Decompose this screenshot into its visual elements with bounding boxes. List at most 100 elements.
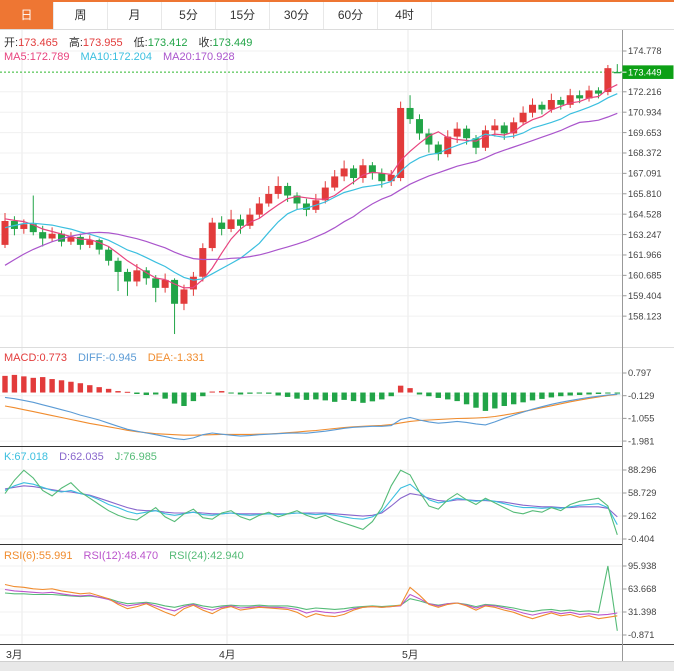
svg-text:29.162: 29.162	[628, 511, 656, 521]
rsi-item-1: RSI(12):48.470	[84, 550, 159, 562]
tab-min60[interactable]: 60分	[324, 2, 378, 29]
svg-text:164.528: 164.528	[628, 209, 662, 219]
rsi-value-0: 55.991	[39, 550, 73, 562]
macd-label-0: MACD:	[4, 352, 39, 364]
ma-value-2: 170.928	[195, 51, 235, 63]
svg-text:169.653: 169.653	[628, 128, 662, 138]
svg-text:-0.871: -0.871	[628, 630, 654, 640]
tab-min15[interactable]: 15分	[216, 2, 270, 29]
tab-month[interactable]: 月	[108, 2, 162, 29]
ohlc-label-2: 低:	[134, 37, 148, 49]
rsi-label-0: RSI(6):	[4, 550, 39, 562]
macd-item-2: DEA:-1.331	[148, 352, 205, 364]
svg-text:161.966: 161.966	[628, 250, 662, 260]
x-axis-labels: 3月 4月 5月	[6, 649, 418, 661]
rsi-value-1: 48.470	[124, 550, 158, 562]
svg-text:-0.129: -0.129	[628, 391, 654, 401]
trading-chart-app: 日周月5分15分30分60分4时 开:173.465高:173.955低:173…	[0, 0, 674, 671]
tab-hour4[interactable]: 4时	[378, 2, 432, 29]
svg-text:163.247: 163.247	[628, 230, 662, 240]
ohlc-value-3: 173.449	[213, 37, 253, 49]
svg-text:4月: 4月	[219, 649, 235, 661]
kdj-label-1: D:	[59, 451, 70, 463]
h-gridlines	[0, 51, 622, 635]
svg-text:0.797: 0.797	[628, 368, 651, 378]
svg-text:31.398: 31.398	[628, 607, 656, 617]
macd-readout-row: MACD:0.773 DIFF:-0.945 DEA:-1.331	[4, 351, 216, 365]
ohlc-value-1: 173.955	[83, 37, 123, 49]
svg-text:-1.055: -1.055	[628, 414, 654, 424]
chart-canvas[interactable]: 174.778 172.216 170.934 169.653 168.372 167.0…	[0, 0, 674, 671]
svg-text:-0.404: -0.404	[628, 534, 654, 544]
rsi-layer	[5, 566, 617, 631]
svg-text:5月: 5月	[402, 649, 418, 661]
ma-value-1: 172.204	[112, 51, 152, 63]
svg-text:95.938: 95.938	[628, 561, 656, 571]
rsi-item-2: RSI(24):42.940	[169, 550, 244, 562]
kdj-layer	[5, 470, 617, 535]
tabbar-filler	[432, 2, 674, 29]
tab-min5[interactable]: 5分	[162, 2, 216, 29]
macd-value-2: -1.331	[173, 352, 204, 364]
rsi-label-1: RSI(12):	[84, 550, 125, 562]
ohlc-value-2: 173.412	[148, 37, 188, 49]
ohlc-item-3: 收:173.449	[198, 37, 252, 49]
macd-item-0: MACD:0.773	[4, 352, 67, 364]
svg-text:170.934: 170.934	[628, 107, 662, 117]
tab-min30[interactable]: 30分	[270, 2, 324, 29]
ma-label-1: MA10:	[80, 51, 112, 63]
macd-label-2: DEA:	[148, 352, 174, 364]
ohlc-label-3: 收:	[198, 37, 212, 49]
ma-label-2: MA20:	[163, 51, 195, 63]
macd-item-1: DIFF:-0.945	[78, 352, 137, 364]
ohlc-value-0: 173.465	[18, 37, 58, 49]
rsi-value-2: 42.940	[210, 550, 244, 562]
tab-week[interactable]: 周	[54, 2, 108, 29]
svg-text:167.091: 167.091	[628, 169, 662, 179]
tab-day[interactable]: 日	[0, 2, 54, 29]
kdj-item-2: J:76.985	[115, 451, 157, 463]
rsi-item-0: RSI(6):55.991	[4, 550, 73, 562]
kdj-label-0: K:	[4, 451, 14, 463]
ohlc-item-0: 开:173.465	[4, 37, 58, 49]
current-price-tag: 173.449	[623, 65, 674, 79]
ohlc-label-0: 开:	[4, 37, 18, 49]
macd-layer	[2, 375, 622, 440]
ohlc-item-1: 高:173.955	[69, 37, 123, 49]
svg-text:63.668: 63.668	[628, 584, 656, 594]
svg-text:58.729: 58.729	[628, 488, 656, 498]
rsi-label-2: RSI(24):	[169, 550, 210, 562]
svg-text:-1.981: -1.981	[628, 436, 654, 446]
kdj-item-1: D:62.035	[59, 451, 104, 463]
kdj-value-1: 62.035	[70, 451, 104, 463]
right-axis: 174.778 172.216 170.934 169.653 168.372 167.0…	[623, 30, 662, 661]
svg-text:168.372: 168.372	[628, 148, 662, 158]
ohlc-item-2: 低:173.412	[134, 37, 188, 49]
svg-text:158.123: 158.123	[628, 311, 662, 321]
bottom-strip	[0, 662, 674, 671]
kdj-label-2: J:	[115, 451, 124, 463]
svg-text:3月: 3月	[6, 649, 22, 661]
ma-item-2: MA20:170.928	[163, 51, 235, 63]
kdj-item-0: K:67.018	[4, 451, 48, 463]
svg-text:159.404: 159.404	[628, 291, 662, 301]
ma-label-0: MA5:	[4, 51, 30, 63]
kdj-value-0: 67.018	[14, 451, 48, 463]
timeframe-tabbar: 日周月5分15分30分60分4时	[0, 0, 674, 30]
ma-item-1: MA10:172.204	[80, 51, 152, 63]
ohlc-label-1: 高:	[69, 37, 83, 49]
rsi-readout-row: RSI(6):55.991 RSI(12):48.470 RSI(24):42.94…	[4, 549, 255, 563]
macd-value-1: -0.945	[105, 352, 136, 364]
svg-text:173.449: 173.449	[628, 68, 662, 78]
kdj-readout-row: K:67.018 D:62.035 J:76.985	[4, 450, 168, 464]
macd-value-0: 0.773	[39, 352, 67, 364]
svg-text:172.216: 172.216	[628, 87, 662, 97]
svg-text:160.685: 160.685	[628, 271, 662, 281]
svg-text:165.810: 165.810	[628, 189, 662, 199]
kdj-value-2: 76.985	[123, 451, 157, 463]
macd-label-1: DIFF:	[78, 352, 106, 364]
svg-text:88.296: 88.296	[628, 465, 656, 475]
ma-value-0: 172.789	[30, 51, 70, 63]
svg-text:174.778: 174.778	[628, 46, 662, 56]
ohlc-readout-row: 开:173.465 高:173.955 低:173.412 收:173.449	[4, 36, 263, 50]
